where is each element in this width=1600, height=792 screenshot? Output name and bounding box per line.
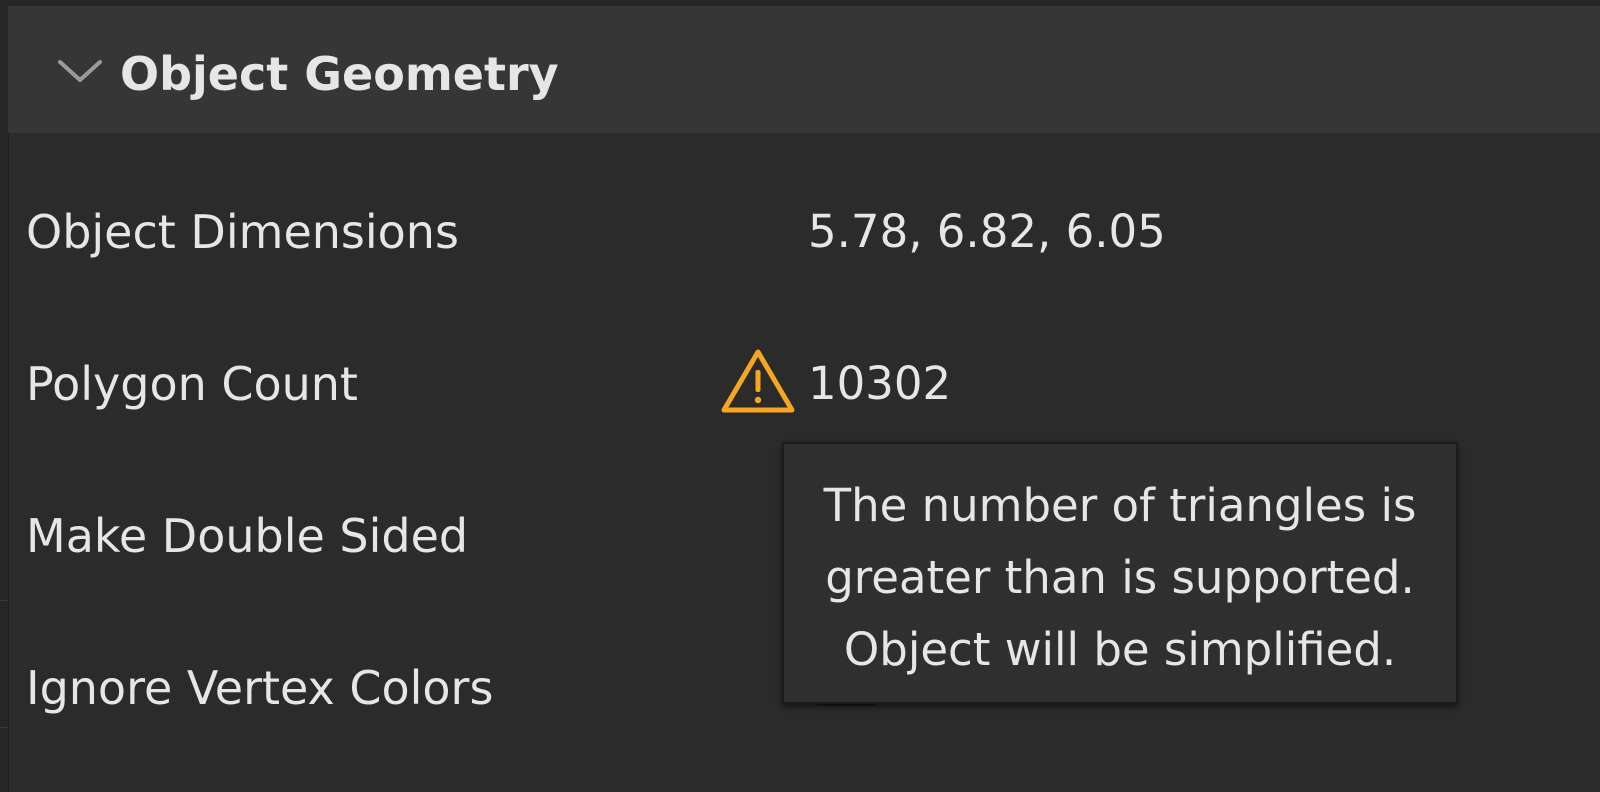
warning-triangle-icon[interactable] bbox=[718, 346, 798, 416]
row-polygon-count: Polygon Count 10302 bbox=[8, 324, 1600, 444]
section-header-object-geometry[interactable]: Object Geometry bbox=[8, 6, 1600, 133]
make-double-sided-label: Make Double Sided bbox=[26, 509, 469, 563]
ignore-vertex-colors-label: Ignore Vertex Colors bbox=[26, 661, 494, 715]
section-title: Object Geometry bbox=[120, 47, 559, 101]
properties-panel: Object Geometry Object Dimensions 5.78, … bbox=[0, 0, 1600, 792]
panel-divider bbox=[0, 600, 8, 601]
tooltip-line: Object will be simplified. bbox=[843, 623, 1397, 676]
polygon-count-warning-tooltip: The number of triangles is greater than … bbox=[782, 442, 1458, 704]
tooltip-line: The number of triangles is bbox=[823, 479, 1417, 532]
polygon-count-value: 10302 bbox=[808, 357, 952, 410]
object-dimensions-value: 5.78, 6.82, 6.05 bbox=[808, 205, 1166, 258]
polygon-count-label: Polygon Count bbox=[26, 357, 358, 411]
chevron-down-icon[interactable] bbox=[56, 58, 104, 86]
tooltip-line: greater than is supported. bbox=[825, 551, 1415, 604]
row-object-dimensions: Object Dimensions 5.78, 6.82, 6.05 bbox=[8, 172, 1600, 292]
panel-divider bbox=[0, 727, 8, 728]
object-dimensions-label: Object Dimensions bbox=[26, 205, 459, 259]
